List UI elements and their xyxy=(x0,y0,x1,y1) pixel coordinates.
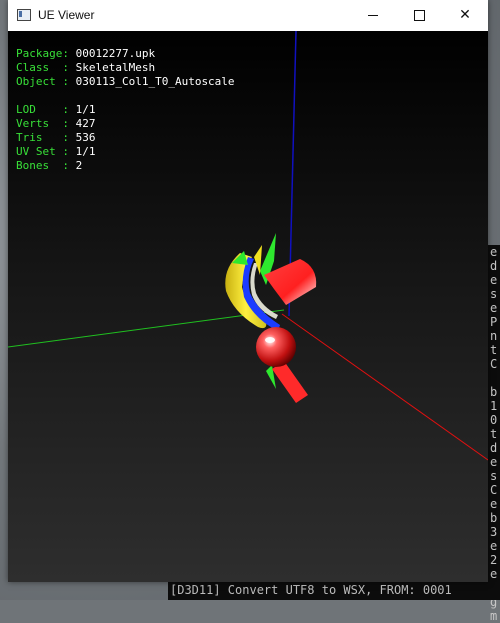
info-label-class: Class : xyxy=(16,61,76,74)
info-row-class: Class : SkeletalMesh xyxy=(16,61,235,75)
close-icon: ✕ xyxy=(459,7,471,23)
info-row-package: Package: 00012277.upk xyxy=(16,47,235,61)
info-row-tris: Tris : 536 xyxy=(16,131,235,145)
maximize-button[interactable] xyxy=(396,0,442,31)
3d-viewport[interactable]: Package: 00012277.upk Class : SkeletalMe… xyxy=(8,31,488,582)
info-label-bones: Bones : xyxy=(16,159,76,172)
info-value-tris: 536 xyxy=(75,131,96,144)
mesh-red-sphere xyxy=(256,327,296,367)
info-value-verts: 427 xyxy=(75,117,96,130)
info-label-tris: Tris : xyxy=(16,131,76,144)
info-value-class: SkeletalMesh xyxy=(75,61,156,74)
info-row-lod: LOD : 1/1 xyxy=(16,103,235,117)
console-side-text: e d e s e P n t C b 1 0 t d e s C e b 3 … xyxy=(490,245,498,623)
info-value-uvset: 1/1 xyxy=(75,145,96,158)
minimize-icon xyxy=(368,14,378,16)
console-bottom-line: [D3D11] Convert UTF8 to WSX, FROM: 0001 xyxy=(170,583,452,597)
ue-viewer-window: UE Viewer ✕ Package: 00012277.upk Class … xyxy=(8,0,488,582)
title-bar[interactable]: UE Viewer ✕ xyxy=(8,0,488,31)
window-title: UE Viewer xyxy=(38,8,95,22)
info-value-bones: 2 xyxy=(75,159,83,172)
info-label-lod: LOD : xyxy=(16,103,76,116)
minimize-button[interactable] xyxy=(350,0,396,31)
mesh-info-overlay: Package: 00012277.upk Class : SkeletalMe… xyxy=(16,47,235,173)
sphere-highlight xyxy=(265,337,275,343)
info-label-object: Object : xyxy=(16,75,76,88)
info-value-object: 030113_Col1_T0_Autoscale xyxy=(75,75,235,88)
maximize-icon xyxy=(413,9,425,21)
info-label-package: Package: xyxy=(16,47,76,60)
info-row-verts: Verts : 427 xyxy=(16,117,235,131)
app-window-icon xyxy=(17,9,31,21)
info-row-bones: Bones : 2 xyxy=(16,159,235,173)
mesh-red-bottom xyxy=(272,361,308,403)
console-window-bottom: [D3D11] Convert UTF8 to WSX, FROM: 0001 xyxy=(168,582,500,600)
axis-x-line xyxy=(281,313,488,461)
close-button[interactable]: ✕ xyxy=(442,0,488,31)
info-value-lod: 1/1 xyxy=(75,103,96,116)
info-label-uvset: UV Set : xyxy=(16,145,76,158)
info-label-verts: Verts : xyxy=(16,117,76,130)
info-value-package: 00012277.upk xyxy=(75,47,156,60)
info-row-uvset: UV Set : 1/1 xyxy=(16,145,235,159)
info-row-object: Object : 030113_Col1_T0_Autoscale xyxy=(16,75,235,89)
